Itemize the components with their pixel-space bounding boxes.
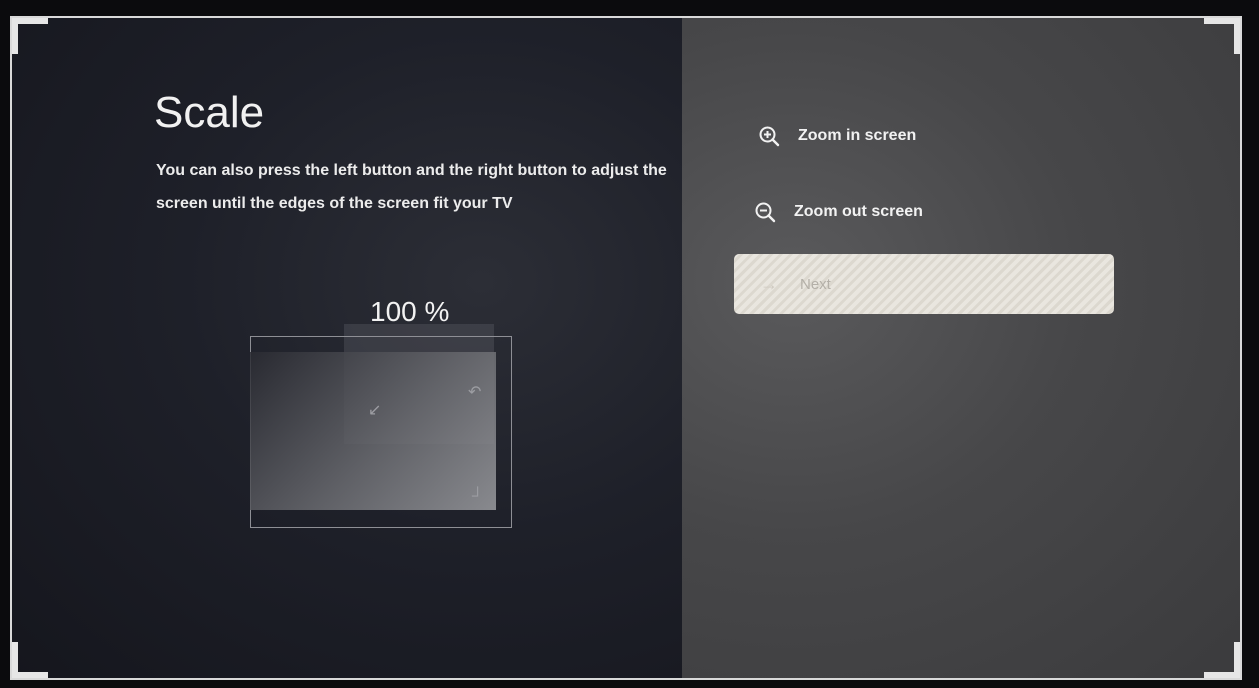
tv-display: Scale You can also press the left button… xyxy=(0,0,1259,688)
corner-marker-top-right xyxy=(1204,18,1240,54)
page-title: Scale xyxy=(154,88,265,137)
preview-inner-screen xyxy=(250,352,496,510)
corner-marker-bottom-left xyxy=(12,642,48,678)
zoom-out-label: Zoom out screen xyxy=(794,203,923,220)
scale-info-panel: Scale You can also press the left button… xyxy=(12,18,682,678)
corner-marker-bottom-right xyxy=(1204,642,1240,678)
tv-screen: Scale You can also press the left button… xyxy=(10,16,1242,680)
next-button-label: Next xyxy=(800,275,831,293)
corner-bracket-icon: ┘ xyxy=(472,488,484,505)
zoom-in-icon xyxy=(759,126,780,147)
zoom-in-menu-item[interactable]: Zoom in screen xyxy=(758,120,916,152)
instruction-text: You can also press the left button and t… xyxy=(156,162,667,212)
zoom-out-icon xyxy=(755,202,776,223)
shrink-arrow-icon: ↙ xyxy=(368,402,382,419)
corner-marker-top-left xyxy=(12,18,48,54)
arrow-right-icon: → xyxy=(760,273,778,294)
zoom-menu-panel: Zoom in screen Zoom out screen → Next xyxy=(682,18,1240,678)
next-button[interactable]: → Next xyxy=(734,254,1114,314)
zoom-in-label: Zoom in screen xyxy=(798,127,917,144)
zoom-out-menu-item[interactable]: Zoom out screen xyxy=(754,196,923,228)
rotate-arrow-icon: ↶ xyxy=(468,384,482,401)
scale-preview-diagram: ↙ ↶ ┘ xyxy=(250,324,514,530)
